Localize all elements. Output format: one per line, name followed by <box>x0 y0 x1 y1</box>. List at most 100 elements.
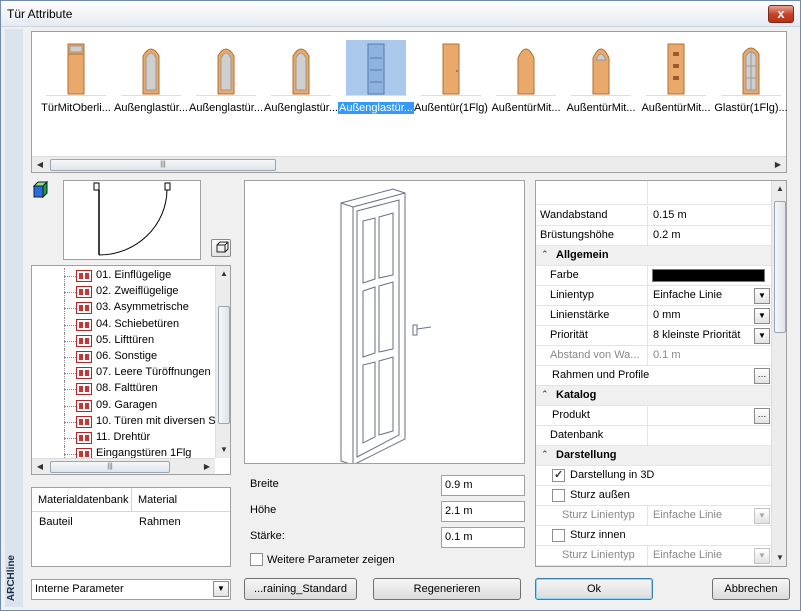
tree-item[interactable]: 09. Garagen <box>32 397 215 414</box>
property-checkbox[interactable] <box>552 529 565 542</box>
property-row[interactable]: Priorität 8 kleinste Priorität ▼ <box>536 326 772 346</box>
property-value-cell[interactable]: … <box>647 406 772 426</box>
scroll-up-icon[interactable]: ▲ <box>773 181 786 197</box>
property-value-cell[interactable]: 8 kleinste Priorität ▼ <box>647 326 772 346</box>
chevron-down-icon[interactable]: ▼ <box>754 308 770 324</box>
column-header[interactable]: Materialdatenbank <box>32 488 132 512</box>
scroll-down-icon[interactable]: ▼ <box>217 442 230 458</box>
color-swatch[interactable] <box>652 269 765 282</box>
property-value: 0 mm <box>653 309 681 321</box>
tree-hscrollbar[interactable]: ◀ ||| ▶ <box>32 458 215 474</box>
scroll-right-icon[interactable]: ▶ <box>770 158 786 172</box>
scroll-down-icon[interactable]: ▼ <box>773 550 786 566</box>
scroll-left-icon[interactable]: ◀ <box>32 158 48 172</box>
property-category[interactable]: ⌃ Darstellung <box>536 446 772 466</box>
property-row[interactable]: Farbe <box>536 266 772 286</box>
tree-item[interactable]: 10. Türen mit diversen Se <box>32 413 222 430</box>
tree-vscrollbar[interactable]: ▲ ▼ <box>215 266 230 458</box>
scroll-thumb[interactable]: ||| <box>50 159 276 171</box>
property-row[interactable]: Produkt… <box>536 406 772 426</box>
property-value-cell[interactable]: 0.15 m <box>647 206 772 226</box>
property-row[interactable]: Abstand von Wa... 0.1 m <box>536 346 772 366</box>
scroll-thumb[interactable]: ||| <box>50 461 170 473</box>
property-row[interactable]: Wandabstand 0.15 m <box>536 206 772 226</box>
hoehe-input[interactable]: 2.1 m <box>441 501 525 522</box>
table-cell[interactable]: Bauteil <box>32 516 73 528</box>
property-value-cell[interactable]: Einfache Linie ▼ <box>647 546 772 566</box>
tree-item[interactable]: 07. Leere Türöffnungen <box>32 365 215 382</box>
tree-item[interactable]: 02. Zweiflügelige <box>32 284 215 301</box>
scroll-up-icon[interactable]: ▲ <box>217 266 230 282</box>
scroll-right-icon[interactable]: ▶ <box>199 460 215 474</box>
chevron-down-icon[interactable]: ▼ <box>213 581 229 597</box>
ellipsis-icon[interactable]: … <box>754 368 770 384</box>
property-value-cell[interactable]: 0 mm ▼ <box>647 306 772 326</box>
collapse-chevron-icon[interactable]: ⌃ <box>541 389 549 400</box>
cube-3d-icon[interactable] <box>32 180 50 199</box>
property-row[interactable]: Darstellung in 3D <box>536 466 772 486</box>
chevron-down-icon[interactable]: ▼ <box>754 288 770 304</box>
property-row[interactable]: Sturz außen <box>536 486 772 506</box>
collapse-chevron-icon[interactable]: ⌃ <box>541 249 549 260</box>
scroll-thumb[interactable] <box>218 306 230 424</box>
view-toggle-button[interactable] <box>211 239 231 257</box>
parameter-source-select[interactable]: Interne Parameter ▼ <box>31 579 231 600</box>
tree-line <box>64 292 76 294</box>
property-value-cell[interactable] <box>647 426 772 446</box>
property-row[interactable]: Linienstärke 0 mm ▼ <box>536 306 772 326</box>
gallery-item[interactable]: Außenglastür... <box>338 38 414 146</box>
title-bar[interactable]: Tür Attribute x <box>1 1 800 27</box>
chevron-down-icon[interactable]: ▼ <box>754 328 770 344</box>
ok-button[interactable]: Ok <box>535 578 653 600</box>
property-checkbox[interactable] <box>552 468 565 482</box>
gallery-scrollbar[interactable]: ◀ ||| ▶ <box>32 156 786 172</box>
tree-item[interactable]: 05. Lifttüren <box>32 332 215 349</box>
gallery-item[interactable]: Außentür(1Flg) <box>413 38 489 146</box>
property-checkbox[interactable] <box>552 489 565 502</box>
property-category[interactable]: ⌃ Katalog <box>536 386 772 406</box>
column-header[interactable]: Material <box>132 488 230 512</box>
property-row[interactable]: Sturz innen <box>536 526 772 546</box>
tree-item[interactable]: 11. Drehtür <box>32 430 215 446</box>
property-row[interactable]: Brüstungshöhe 0.2 m <box>536 226 772 246</box>
property-row[interactable]: Rahmen und Profile… <box>536 366 772 386</box>
tree-item[interactable]: 03. Asymmetrische <box>32 300 215 317</box>
property-row[interactable]: Sturz Linientyp Einfache Linie ▼ <box>536 546 772 566</box>
scroll-left-icon[interactable]: ◀ <box>32 460 48 474</box>
gallery-item[interactable]: Außenglastür... <box>263 38 339 146</box>
breite-input[interactable]: 0.9 m <box>441 475 525 496</box>
property-value-cell[interactable]: 0.1 m <box>647 346 772 366</box>
tree-item[interactable]: 06. Sonstige <box>32 349 215 365</box>
regenerate-button[interactable]: Regenerieren <box>373 578 521 600</box>
table-cell[interactable]: Rahmen <box>132 516 181 528</box>
gallery-item[interactable]: AußentürMit... <box>638 38 714 146</box>
property-value-cell[interactable]: Einfache Linie ▼ <box>647 286 772 306</box>
property-value-cell[interactable]: Einfache Linie ▼ <box>647 506 772 526</box>
standard-button[interactable]: ...raining_Standard <box>244 578 357 600</box>
gallery-item[interactable]: AußentürMit... <box>563 38 639 146</box>
ellipsis-icon[interactable]: … <box>754 408 770 424</box>
gallery-item[interactable]: Außenglastür... <box>113 38 189 146</box>
property-category[interactable]: ⌃ Allgemein <box>536 246 772 266</box>
property-row[interactable]: Linientyp Einfache Linie ▼ <box>536 286 772 306</box>
gallery-item[interactable]: TürMitOberli... <box>38 38 114 146</box>
gallery-item[interactable]: Außenglastür... <box>188 38 264 146</box>
gallery-item[interactable]: Glastür(1Flg)... <box>713 38 789 146</box>
gallery-item[interactable]: AußentürMit... <box>488 38 564 146</box>
close-button[interactable]: x <box>768 5 794 23</box>
tree-item-label: 04. Schiebetüren <box>96 317 180 330</box>
property-row[interactable]: Sturz Linientyp Einfache Linie ▼ <box>536 506 772 526</box>
property-row[interactable]: Datenbank <box>536 426 772 446</box>
tree-item[interactable]: 08. Falttüren <box>32 381 215 398</box>
props-vscrollbar[interactable]: ▲ ▼ <box>771 181 786 566</box>
staerke-input[interactable]: 0.1 m <box>441 527 525 548</box>
property-value-cell[interactable] <box>647 266 772 286</box>
more-params-checkbox[interactable] <box>250 553 263 566</box>
property-value-cell[interactable]: 0.2 m <box>647 226 772 246</box>
cancel-button[interactable]: Abbrechen <box>712 578 790 600</box>
tree-item[interactable]: 04. Schiebetüren <box>32 316 215 333</box>
scroll-thumb[interactable] <box>774 201 786 333</box>
property-value-cell[interactable]: … <box>647 366 772 386</box>
collapse-chevron-icon[interactable]: ⌃ <box>541 449 549 460</box>
tree-item[interactable]: 01. Einflügelige <box>32 268 215 284</box>
